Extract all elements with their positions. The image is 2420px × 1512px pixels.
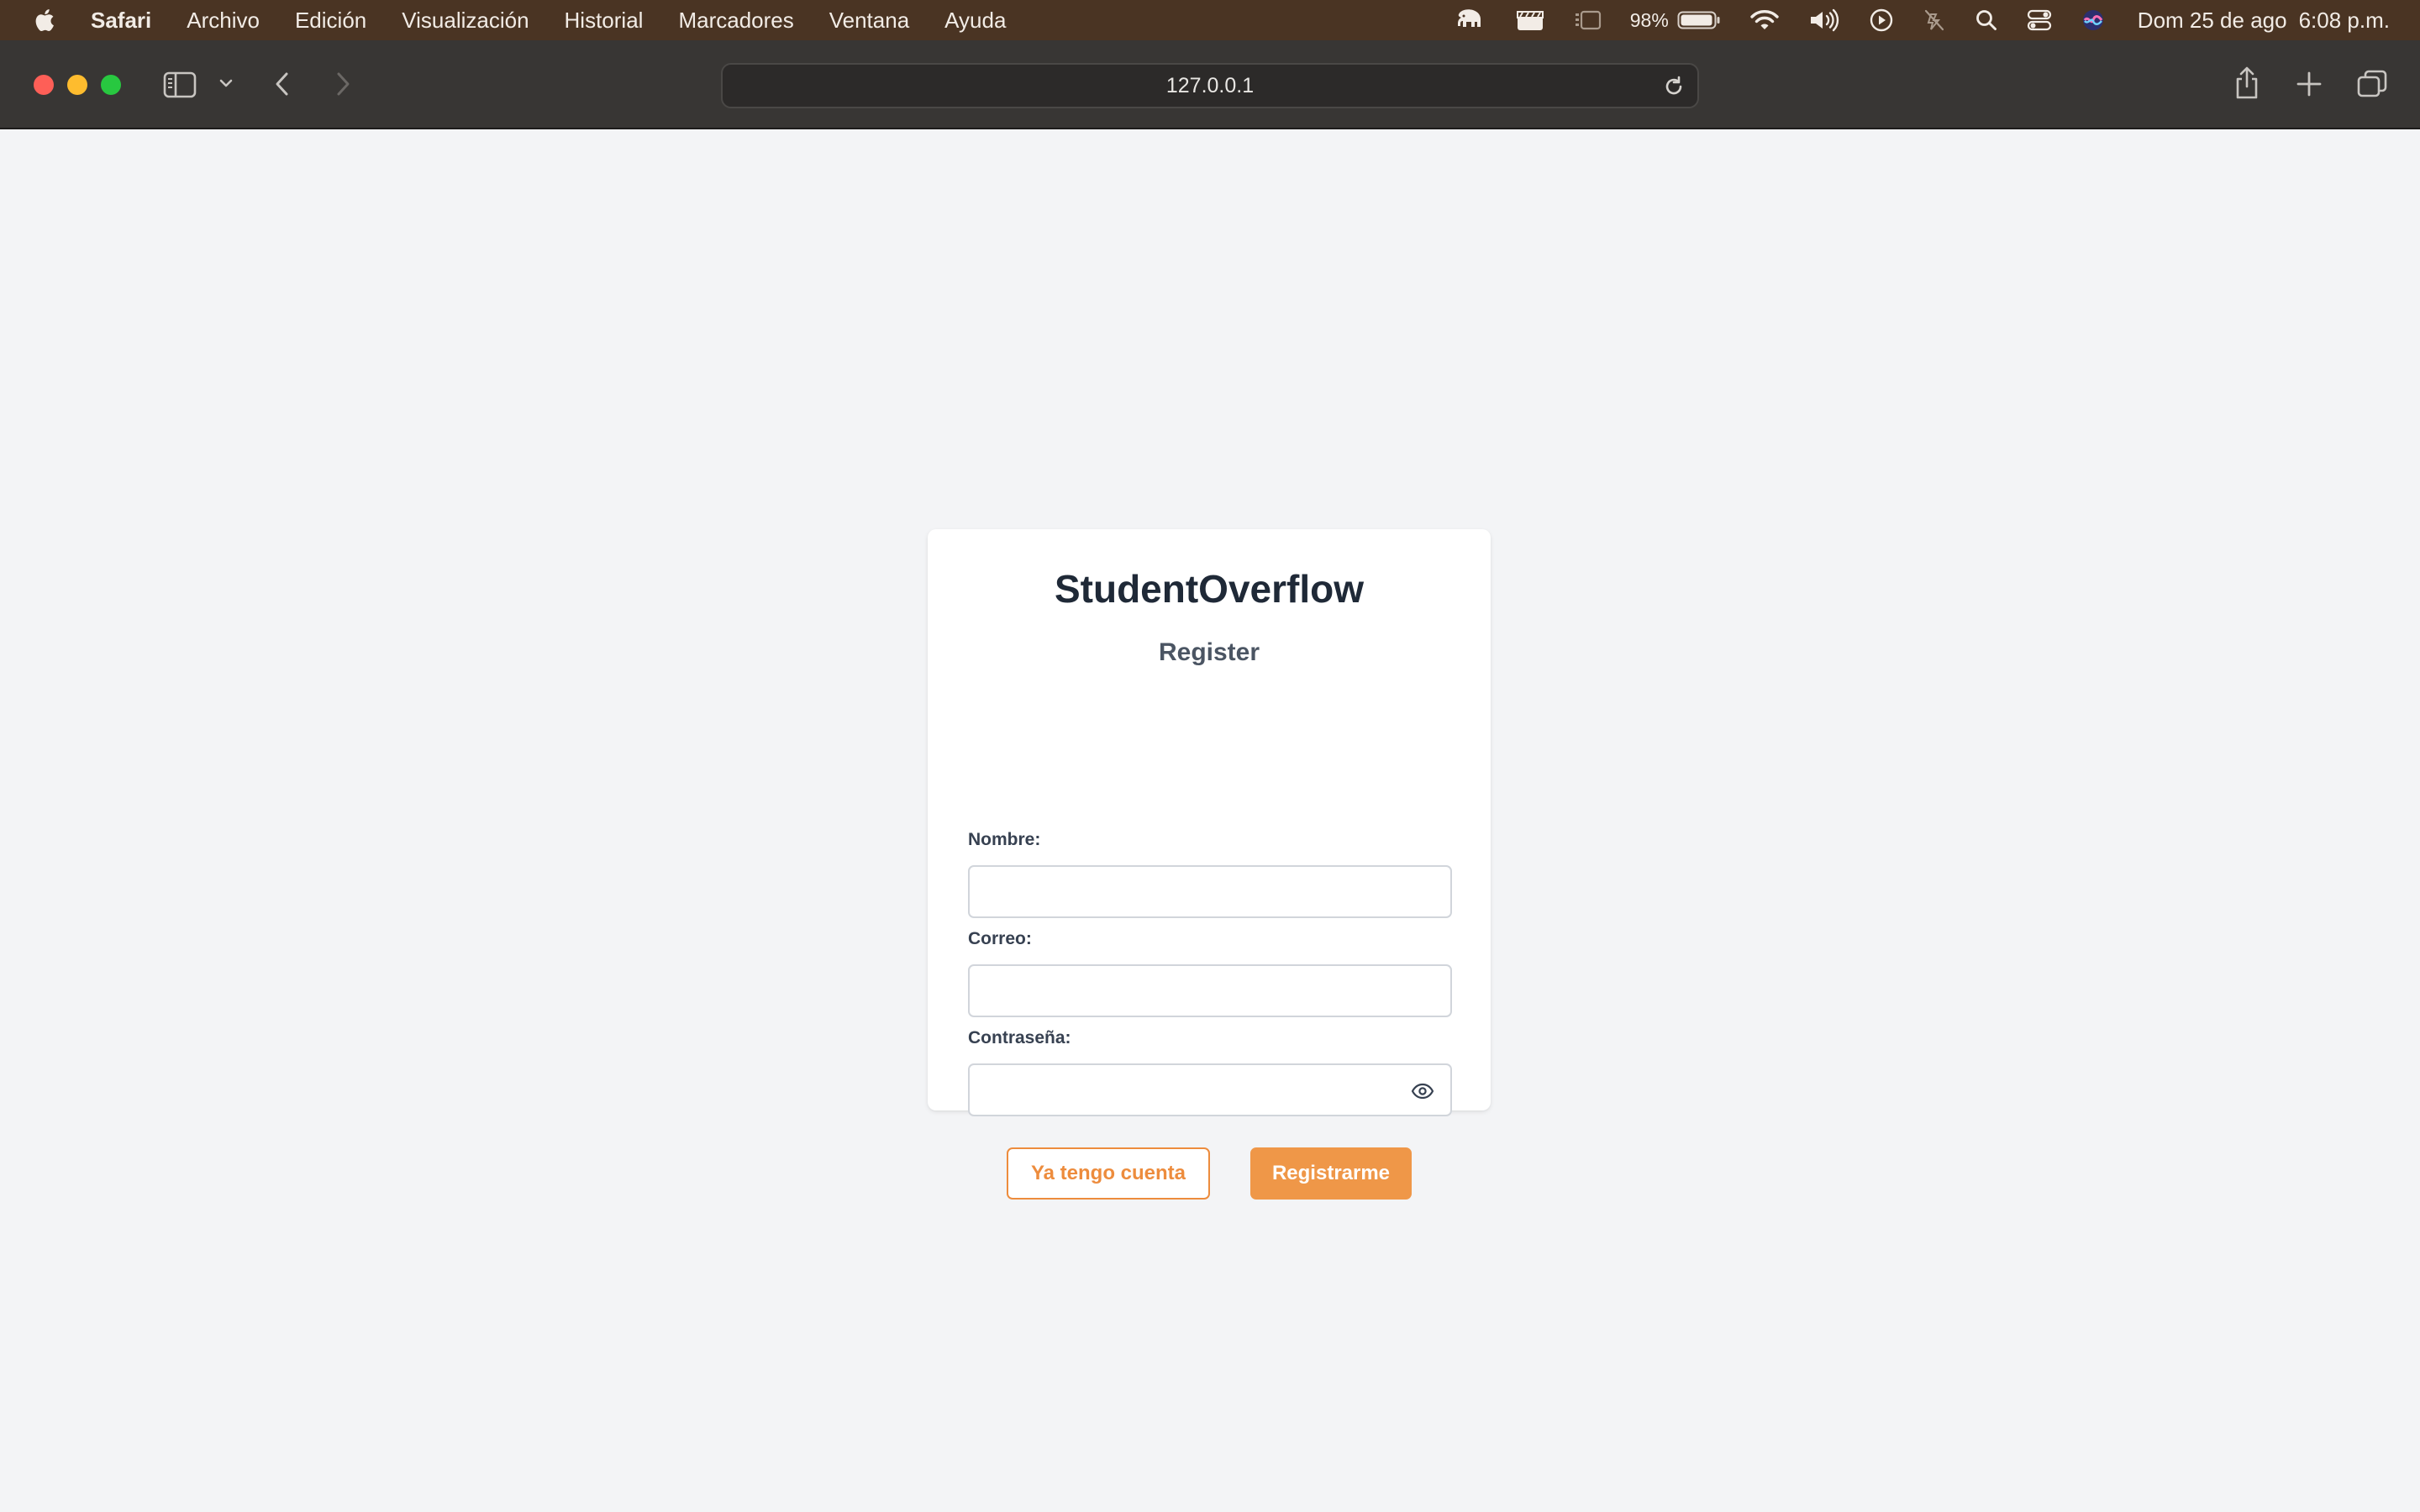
plus-icon[interactable]: [2296, 71, 2323, 97]
password-input[interactable]: [968, 1063, 1452, 1116]
battery-status[interactable]: 98%: [1630, 9, 1721, 32]
menu-ayuda[interactable]: Ayuda: [944, 8, 1006, 34]
menu-app-name[interactable]: Safari: [91, 8, 151, 34]
name-input[interactable]: [968, 865, 1452, 918]
window-minimize-button[interactable]: [67, 75, 87, 95]
menu-visualizacion[interactable]: Visualización: [402, 8, 529, 34]
control-center-icon[interactable]: [2027, 8, 2052, 32]
name-label: Nombre:: [968, 830, 1041, 849]
share-icon[interactable]: [2233, 66, 2260, 101]
window-close-button[interactable]: [34, 75, 54, 95]
menu-archivo[interactable]: Archivo: [187, 8, 260, 34]
clapperboard-icon[interactable]: [1516, 8, 1544, 32]
menubar-date: Dom 25 de ago: [2137, 7, 2287, 33]
brand-title: StudentOverflow: [1054, 567, 1365, 611]
volume-icon[interactable]: [1808, 8, 1840, 32]
password-label: Contraseña:: [968, 1028, 1071, 1047]
menu-historial[interactable]: Historial: [565, 8, 644, 34]
now-playing-icon[interactable]: [1869, 8, 1894, 33]
eye-icon[interactable]: [1410, 1079, 1435, 1104]
chevron-down-icon[interactable]: [218, 77, 234, 89]
register-card: StudentOverflow Register Nombre: Correo:…: [928, 529, 1491, 1200]
wifi-icon[interactable]: [1749, 8, 1780, 32]
browser-toolbar: 127.0.0.1: [0, 40, 2420, 129]
spotlight-search-icon[interactable]: [1975, 8, 1998, 32]
sidebar-icon[interactable]: [163, 71, 197, 98]
reload-icon[interactable]: [1662, 75, 1686, 102]
login-button[interactable]: Ya tengo cuenta: [1007, 1147, 1210, 1200]
menu-marcadores[interactable]: Marcadores: [678, 8, 793, 34]
register-button[interactable]: Registrarme: [1250, 1147, 1412, 1200]
address-bar[interactable]: 127.0.0.1: [721, 63, 1699, 108]
stage-manager-icon[interactable]: [1573, 8, 1602, 32]
menu-ventana[interactable]: Ventana: [829, 8, 909, 34]
apple-icon[interactable]: [34, 8, 59, 33]
menubar-clock[interactable]: Dom 25 de ago 6:08 p.m.: [2138, 8, 2390, 34]
tab-overview-icon[interactable]: [2356, 69, 2388, 99]
menu-bar: Safari Archivo Edición Visualización His…: [0, 0, 2420, 40]
window-zoom-button[interactable]: [101, 75, 121, 95]
email-label: Correo:: [968, 929, 1032, 948]
form-title: Register: [1158, 638, 1260, 666]
siri-icon[interactable]: [2081, 8, 2106, 33]
battery-percent: 98%: [1629, 8, 1669, 31]
do-not-disturb-off-icon[interactable]: [1923, 8, 1946, 33]
email-input[interactable]: [968, 964, 1452, 1017]
elephant-icon[interactable]: [1454, 8, 1487, 33]
menubar-time: 6:08 p.m.: [2298, 7, 2390, 33]
chevron-right-icon[interactable]: [333, 71, 353, 97]
battery-icon: [1677, 11, 1720, 29]
menu-edicion[interactable]: Edición: [295, 8, 366, 34]
chevron-left-icon[interactable]: [272, 71, 292, 97]
url-text: 127.0.0.1: [1165, 74, 1255, 97]
page-viewport: StudentOverflow Register Nombre: Correo:…: [0, 129, 2420, 1512]
